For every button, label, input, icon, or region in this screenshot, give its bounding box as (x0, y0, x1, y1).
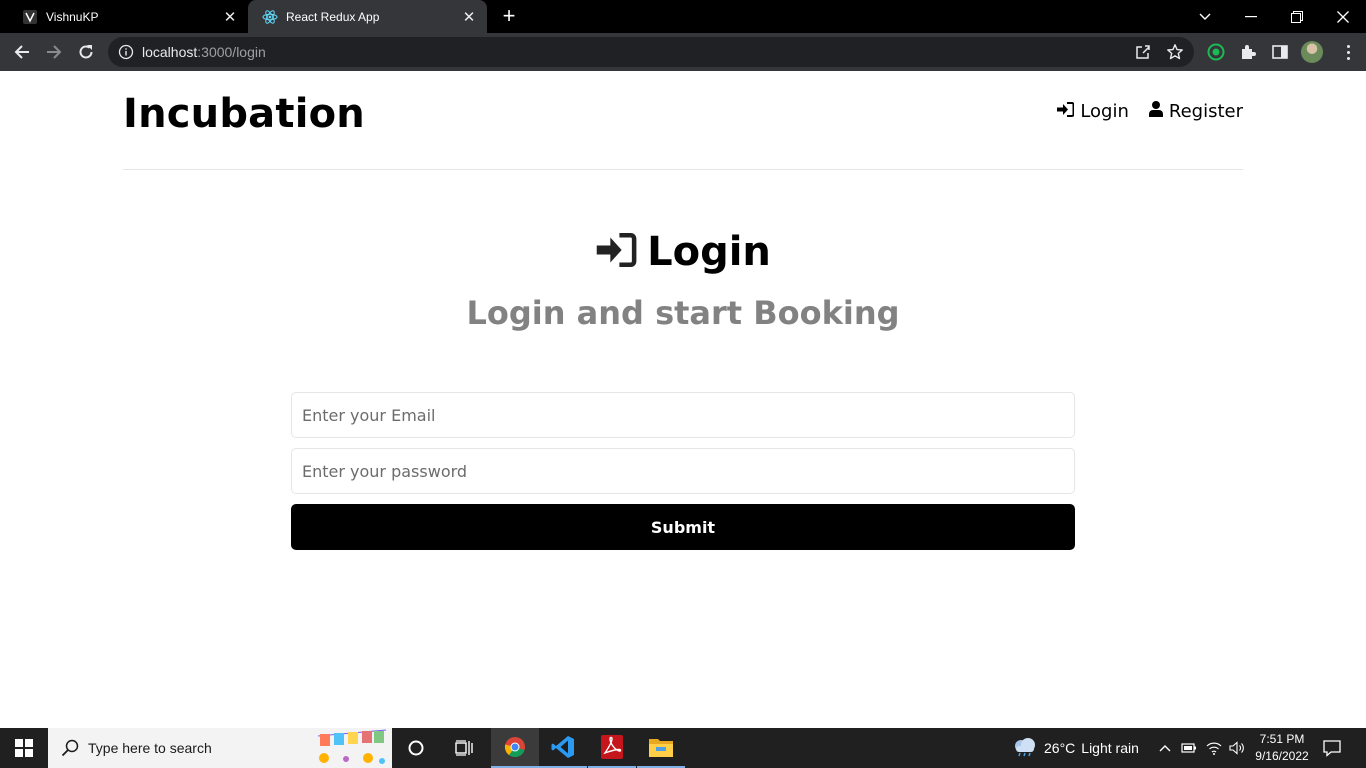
wifi-icon[interactable] (1204, 728, 1224, 768)
nav-register-label: Register (1168, 101, 1243, 122)
close-tab-icon[interactable]: ✕ (222, 9, 238, 26)
bookmark-star-icon[interactable] (1166, 43, 1184, 66)
login-form: Submit (291, 392, 1075, 550)
extensions-puzzle-icon[interactable] (1238, 42, 1258, 62)
task-view-icon[interactable] (440, 728, 488, 768)
nav-login-label: Login (1080, 101, 1129, 122)
site-info-icon[interactable] (118, 44, 134, 60)
browser-tab-strip: VishnuKP ✕ React Redux App ✕ + (0, 0, 1366, 33)
nav-login-link[interactable]: Login (1057, 101, 1129, 122)
reload-icon[interactable] (72, 38, 100, 66)
show-hidden-icons-chevron-icon[interactable] (1156, 728, 1174, 768)
new-tab-button[interactable]: + (498, 5, 520, 28)
submit-button[interactable]: Submit (291, 504, 1075, 550)
share-icon[interactable] (1134, 43, 1152, 66)
vercel-favicon-icon (22, 9, 38, 25)
browser-toolbar: localhost:3000/login (0, 33, 1366, 71)
search-highlight-doodle-icon (317, 729, 387, 764)
tab-search-chevron-icon[interactable] (1182, 0, 1228, 33)
acrobat-pdf-app-icon[interactable] (588, 728, 636, 768)
kebab-menu-icon[interactable] (1338, 42, 1358, 62)
url-text: localhost:3000/login (142, 44, 266, 60)
side-panel-icon[interactable] (1270, 42, 1290, 62)
extension-ring-icon[interactable] (1206, 42, 1226, 62)
profile-avatar[interactable] (1301, 41, 1323, 63)
search-placeholder: Type here to search (88, 740, 212, 756)
react-favicon-icon (262, 9, 278, 25)
cortana-circle-icon[interactable] (392, 728, 440, 768)
restore-icon[interactable] (1274, 0, 1320, 33)
close-window-icon[interactable] (1320, 0, 1366, 33)
chrome-app-icon[interactable] (491, 728, 539, 768)
file-explorer-app-icon[interactable] (637, 728, 685, 768)
header-divider (123, 169, 1243, 170)
back-arrow-icon[interactable] (8, 38, 36, 66)
sign-in-icon (1057, 101, 1075, 122)
weather-temperature: 26°C (1044, 740, 1076, 756)
search-icon (60, 738, 80, 758)
page-content: Incubation Login Register Login Login an… (0, 71, 1366, 728)
page-subtitle: Login and start Booking (466, 294, 900, 332)
sign-in-icon (595, 232, 637, 272)
windows-taskbar: Type here to search 26°C Light rain 7:51… (0, 728, 1366, 768)
taskbar-search-box[interactable]: Type here to search (48, 728, 392, 768)
user-icon (1148, 101, 1163, 122)
page-title: Login (647, 229, 771, 275)
nav-register-link[interactable]: Register (1148, 101, 1243, 122)
email-field[interactable] (291, 392, 1075, 438)
minimize-icon[interactable] (1228, 0, 1274, 33)
notification-center-icon[interactable] (1322, 738, 1342, 758)
brand-logo-text[interactable]: Incubation (123, 91, 365, 137)
close-tab-icon[interactable]: ✕ (461, 9, 477, 26)
address-bar[interactable]: localhost:3000/login (108, 37, 1194, 67)
windows-start-icon[interactable] (0, 728, 48, 768)
password-field[interactable] (291, 448, 1075, 494)
login-heading: Login (0, 229, 1366, 275)
weather-condition: Light rain (1081, 740, 1139, 756)
tab-vishnukp[interactable]: VishnuKP ✕ (8, 0, 248, 33)
cloud-rain-icon (1012, 737, 1038, 760)
header-nav: Login Register (1057, 101, 1243, 122)
tab-title: React Redux App (286, 9, 380, 24)
system-clock[interactable]: 7:51 PM 9/16/2022 (1250, 731, 1314, 765)
battery-icon[interactable] (1179, 728, 1199, 768)
clock-time: 7:51 PM (1259, 732, 1305, 746)
forward-arrow-icon[interactable] (40, 38, 68, 66)
tab-react-redux-app[interactable]: React Redux App ✕ (248, 0, 487, 33)
weather-widget[interactable]: 26°C Light rain (1012, 728, 1139, 768)
volume-icon[interactable] (1227, 728, 1247, 768)
clock-date: 9/16/2022 (1255, 749, 1309, 763)
tab-title: VishnuKP (46, 9, 99, 24)
vscode-app-icon[interactable] (539, 728, 587, 768)
